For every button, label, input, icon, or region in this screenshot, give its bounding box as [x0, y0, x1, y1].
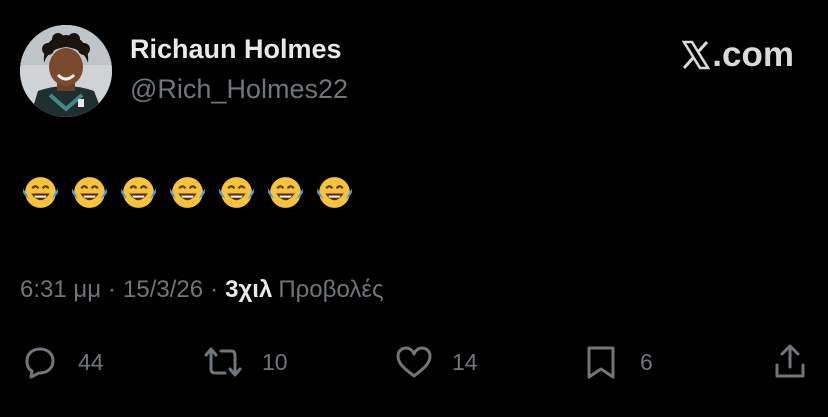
repost-count: 10: [262, 348, 288, 375]
brand-link[interactable]: .com: [682, 37, 794, 72]
brand-text: .com: [712, 35, 794, 74]
face-with-tears-of-joy-icon: [170, 177, 205, 208]
meta-separator: ·: [210, 276, 219, 303]
face-with-tears-of-joy-icon: [23, 177, 58, 208]
tweet-date[interactable]: 15/3/26: [123, 276, 203, 304]
face-with-tears-of-joy-icon: [121, 177, 156, 208]
bookmark-button[interactable]: 6: [584, 340, 653, 384]
share-icon: [775, 344, 805, 378]
like-count: 14: [452, 348, 478, 375]
views-count[interactable]: 3χιλ: [225, 276, 272, 304]
face-with-tears-of-joy-icon: [317, 177, 352, 208]
face-with-tears-of-joy-icon: [72, 177, 107, 208]
repost-icon: [204, 347, 242, 377]
repost-button[interactable]: 10: [200, 340, 288, 384]
author-handle[interactable]: @Rich_Holmes22: [130, 74, 348, 105]
tweet-time[interactable]: 6:31 μμ: [20, 276, 101, 304]
tweet-text: [22, 174, 353, 211]
meta-separator: ·: [108, 276, 117, 303]
bookmark-icon: [587, 346, 615, 379]
tweet-meta: 6:31 μμ · 15/3/26 · 3χιλ Προβολές: [20, 276, 384, 304]
like-button[interactable]: 14: [394, 340, 478, 384]
share-button[interactable]: [772, 340, 808, 384]
avatar-image: [20, 25, 112, 117]
reply-icon: [25, 347, 55, 379]
tweet-actions: 44 10 14 6: [0, 340, 828, 384]
avatar[interactable]: [20, 25, 112, 117]
author-display-name[interactable]: Richaun Holmes: [130, 34, 342, 65]
bookmark-count: 6: [640, 348, 653, 375]
reply-button[interactable]: 44: [22, 340, 104, 384]
x-logo-icon: [682, 40, 711, 69]
views-label[interactable]: Προβολές: [278, 276, 383, 304]
face-with-tears-of-joy-icon: [268, 177, 303, 208]
heart-icon: [396, 346, 432, 378]
face-with-tears-of-joy-icon: [219, 177, 254, 208]
reply-count: 44: [78, 348, 104, 375]
